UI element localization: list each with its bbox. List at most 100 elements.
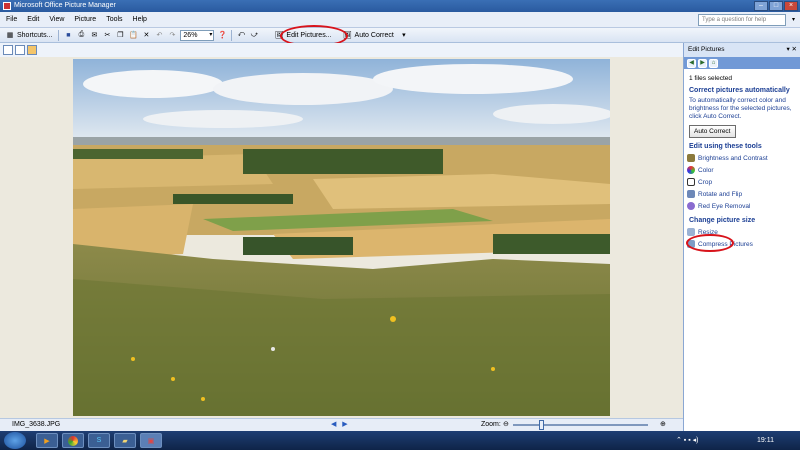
window-title: Microsoft Office Picture Manager (14, 2, 116, 9)
save-icon[interactable]: ■ (63, 30, 73, 40)
correct-description: To automatically correct color and brigh… (689, 97, 792, 120)
tool-rotate-flip[interactable]: Rotate and Flip (684, 188, 800, 200)
resize-icon (687, 228, 695, 236)
title-bar: Microsoft Office Picture Manager – □ × (0, 0, 800, 12)
shortcuts-icon: ▦ (6, 32, 14, 39)
send-mail-icon[interactable]: ✉ (89, 30, 99, 40)
pane-auto-correct-button[interactable]: Auto Correct (689, 125, 736, 138)
taskbar-explorer[interactable]: ▰ (114, 433, 136, 448)
menu-view[interactable]: View (49, 16, 64, 23)
resize-highlight (686, 234, 734, 252)
tool-label: Rotate and Flip (698, 190, 743, 198)
zoom-out-icon[interactable]: ⊖ (503, 419, 509, 431)
files-selected-text: 1 files selected (689, 75, 732, 82)
zoom-label: Zoom: (481, 421, 501, 428)
taskbar-skype[interactable]: S (88, 433, 110, 448)
maximize-button[interactable]: □ (769, 1, 783, 11)
single-picture-view-button[interactable] (27, 45, 37, 55)
back-icon[interactable]: ◀ (687, 58, 696, 68)
standard-toolbar: ▦ Shortcuts... ■ ⎙ ✉ ✂ ❐ 📋 ✕ ↶ ↷ 26% ❓ ⤺… (0, 28, 800, 43)
task-pane-header: Edit Pictures ▾ ✕ (684, 43, 800, 57)
chrome-icon (68, 435, 78, 446)
copy-icon[interactable]: ❐ (115, 30, 125, 40)
help-dropdown-icon[interactable]: ▾ (792, 16, 795, 23)
tool-crop[interactable]: Crop (684, 176, 800, 188)
toolbar-separator (231, 29, 233, 41)
rotate-right-icon[interactable]: ⤻ (249, 30, 259, 40)
picture-manager-icon: ▣ (147, 437, 155, 445)
tools-heading: Edit using these tools (689, 143, 762, 150)
zoom-slider[interactable] (513, 420, 648, 430)
toolbar-separator (58, 29, 60, 41)
skype-icon: S (96, 437, 102, 444)
rotate-left-icon[interactable]: ⤺ (236, 30, 246, 40)
windows-taskbar: ▶ S ▰ ▣ ⌃ ▪ ▪ ◂) 19:11 (0, 431, 800, 450)
tool-red-eye[interactable]: Red Eye Removal (684, 200, 800, 212)
brightness-icon (687, 154, 695, 162)
taskbar-picture-manager[interactable]: ▣ (140, 433, 162, 448)
close-button[interactable]: × (784, 1, 798, 11)
previous-picture-icon[interactable]: ◀ (331, 421, 336, 428)
view-buttons (0, 43, 683, 57)
home-icon[interactable]: ⌂ (709, 58, 718, 68)
toolbar-options-icon[interactable]: ▾ (399, 30, 409, 40)
paste-icon[interactable]: 📋 (128, 30, 138, 40)
print-icon[interactable]: ⎙ (76, 30, 86, 40)
zoom-in-icon[interactable]: ⊕ (660, 419, 666, 431)
help-icon[interactable]: ❓ (217, 30, 227, 40)
undo-icon[interactable]: ↶ (154, 30, 164, 40)
menu-file[interactable]: File (6, 16, 17, 23)
task-pane-controls: ▾ ✕ (786, 43, 797, 57)
cut-icon[interactable]: ✂ (102, 30, 112, 40)
shortcuts-button[interactable]: ▦ Shortcuts... (3, 29, 54, 41)
red-eye-icon (687, 202, 695, 210)
correct-heading: Correct pictures automatically (689, 87, 790, 94)
tool-label: Red Eye Removal (698, 202, 751, 210)
filmstrip-view-button[interactable] (15, 45, 25, 55)
color-icon (687, 166, 695, 174)
menu-tools[interactable]: Tools (106, 16, 122, 23)
menu-bar: File Edit View Picture Tools Help Type a… (0, 12, 800, 28)
system-tray: ⌃ ▪ ▪ ◂) 19:11 (670, 431, 800, 450)
task-pane-nav: ◀ ▶ ⌂ (684, 57, 800, 69)
status-bar: IMG_3638.JPG ◀ ▶ Zoom: ⊖ ⊕ (0, 418, 683, 431)
task-pane-menu-icon[interactable]: ▾ (786, 46, 789, 53)
zoom-select[interactable]: 26% (180, 29, 215, 41)
minimize-button[interactable]: – (754, 1, 768, 11)
forward-icon[interactable]: ▶ (698, 58, 707, 68)
auto-correct-button[interactable]: 🖼 Auto Correct (341, 29, 396, 41)
menu-picture[interactable]: Picture (74, 16, 96, 23)
delete-icon[interactable]: ✕ (141, 30, 151, 40)
tool-brightness-contrast[interactable]: Brightness and Contrast (684, 152, 800, 164)
taskbar-media-player[interactable]: ▶ (36, 433, 58, 448)
zoom-slider-thumb[interactable] (539, 420, 544, 430)
picture-navigation: ◀ ▶ (331, 419, 348, 431)
taskbar-chrome[interactable] (62, 433, 84, 448)
window-controls: – □ × (754, 1, 798, 11)
crop-icon (687, 178, 695, 186)
clock: 19:11 (757, 437, 774, 444)
auto-correct-label: Auto Correct (354, 31, 394, 39)
folder-icon: ▰ (122, 437, 128, 445)
redo-icon[interactable]: ↷ (167, 30, 177, 40)
size-heading: Change picture size (689, 217, 756, 224)
rotate-icon (687, 190, 695, 198)
media-player-icon: ▶ (44, 437, 50, 445)
tool-color[interactable]: Color (684, 164, 800, 176)
tray-icons: ⌃ ▪ ▪ ◂) (676, 437, 699, 444)
menu-help[interactable]: Help (133, 16, 147, 23)
landscape-image (73, 59, 610, 416)
task-pane-close-icon[interactable]: ✕ (792, 46, 797, 53)
start-button[interactable] (4, 432, 26, 449)
photo-landscape[interactable] (73, 59, 610, 416)
next-picture-icon[interactable]: ▶ (342, 421, 347, 428)
help-search-input[interactable]: Type a question for help (698, 14, 786, 26)
task-pane-title: Edit Pictures (688, 46, 725, 53)
picture-canvas (0, 57, 683, 418)
tool-label: Color (698, 166, 714, 174)
menu-edit[interactable]: Edit (27, 16, 39, 23)
tool-label: Crop (698, 178, 713, 186)
app-icon (3, 2, 11, 10)
thumbnail-view-button[interactable] (3, 45, 13, 55)
tool-label: Brightness and Contrast (698, 154, 768, 162)
